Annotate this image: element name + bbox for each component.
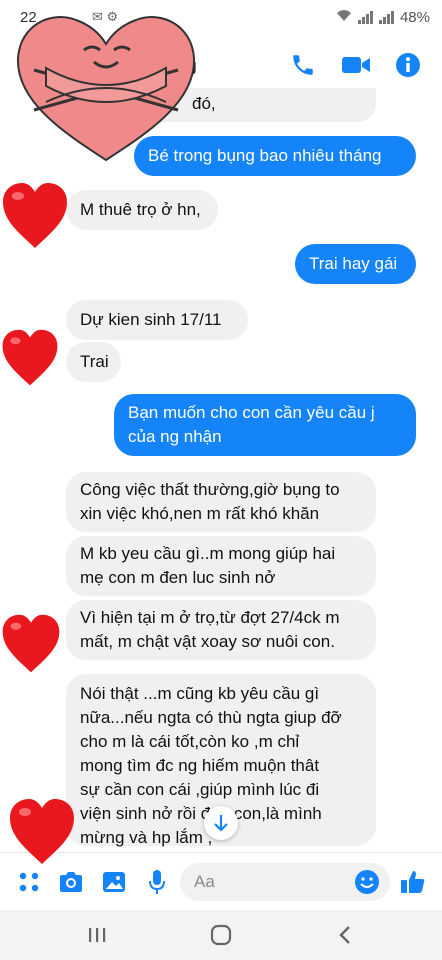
red-heart-icon xyxy=(2,614,60,673)
message-text: M thuê trọ ở hn, xyxy=(80,200,201,219)
system-navigation-bar xyxy=(0,910,442,960)
message-text-line: mẹ con m đen luc sinh nở xyxy=(80,568,276,587)
recent-apps-icon[interactable] xyxy=(82,922,112,948)
message-incoming[interactable]: Vì hiện tại m ở trọ,từ đợt 27/4ck m mất,… xyxy=(66,600,376,660)
message-text-line: nữa...nếu ngta có thù ngta giup đỡ xyxy=(80,708,342,727)
signal-icon-2 xyxy=(378,11,394,24)
message-text-line: Công việc thất thường,giờ bụng to xyxy=(80,480,340,499)
message-text-line: Nói thật ...m cũng kb yêu cầu gì xyxy=(80,684,320,703)
info-icon[interactable] xyxy=(393,50,423,80)
emoji-icon[interactable] xyxy=(354,869,380,900)
signal-icon xyxy=(357,11,373,24)
back-icon[interactable] xyxy=(330,922,360,948)
message-text-line: Vì hiện tại m ở trọ,từ đợt 27/4ck m xyxy=(80,608,340,627)
message-incoming[interactable]: Dự kien sinh 17/11 xyxy=(66,300,248,340)
microphone-icon[interactable] xyxy=(142,867,172,897)
message-outgoing[interactable]: Bạn muốn cho con cần yêu cầu j của ng nh… xyxy=(114,394,416,456)
message-text-line: cho m là cái tốt,còn ko ,m chỉ xyxy=(80,732,300,751)
battery-text: 48% xyxy=(399,9,430,26)
message-text-line: Bạn muốn cho con cần yêu cầu j xyxy=(128,403,375,422)
message-incoming[interactable]: M thuê trọ ở hn, xyxy=(66,190,218,230)
scroll-to-bottom-button[interactable] xyxy=(204,806,238,840)
hugging-heart-sticker xyxy=(16,16,196,162)
arrow-down-icon xyxy=(214,815,228,832)
red-heart-icon xyxy=(2,329,58,386)
message-incoming[interactable]: Trai xyxy=(66,342,121,382)
status-right: 48% xyxy=(336,9,430,26)
wifi-icon xyxy=(336,9,352,26)
camera-icon[interactable] xyxy=(56,867,86,897)
message-text-line: mong tìm đc ng hiếm muộn thât xyxy=(80,756,320,775)
message-text-line: xin việc khó,nen m rất khó khăn xyxy=(80,504,320,523)
message-text: Trai xyxy=(80,352,109,371)
thumbs-up-icon[interactable] xyxy=(398,867,428,897)
menu-dots-icon[interactable] xyxy=(14,867,44,897)
red-heart-icon xyxy=(10,799,74,864)
home-icon[interactable] xyxy=(206,922,236,948)
phone-call-icon[interactable] xyxy=(288,50,318,80)
message-incoming[interactable]: Công việc thất thường,giờ bụng to xin vi… xyxy=(66,472,376,532)
gallery-icon[interactable] xyxy=(99,867,129,897)
message-outgoing[interactable]: Trai hay gái xyxy=(295,244,416,284)
message-text-line: mất, m chật vật xoay sơ nuôi con. xyxy=(80,632,335,651)
video-call-icon[interactable] xyxy=(341,50,371,80)
message-text: Trai hay gái xyxy=(309,254,398,273)
message-text: Dự kien sinh 17/11 xyxy=(80,310,222,329)
message-text-line: của ng nhận xyxy=(128,427,222,446)
message-text-line: M kb yeu cầu gì..m mong giúp hai xyxy=(80,544,336,563)
message-text-line: sự cần con cái ,giúp mình lúc đi xyxy=(80,780,320,799)
red-heart-icon xyxy=(3,183,67,248)
message-input-placeholder: Aa xyxy=(194,872,215,891)
message-incoming[interactable]: M kb yeu cầu gì..m mong giúp hai mẹ con … xyxy=(66,536,376,596)
message-input[interactable]: Aa xyxy=(180,863,390,901)
